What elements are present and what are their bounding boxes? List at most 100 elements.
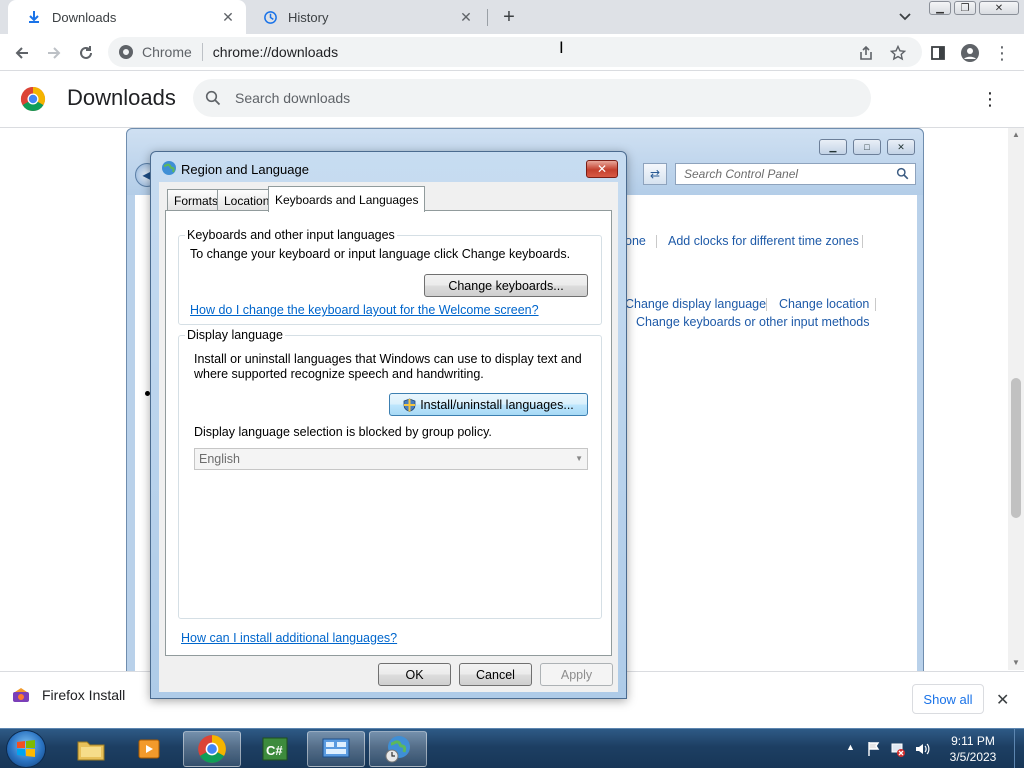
page-scrollbar[interactable]: ▲ ▼ (1008, 128, 1024, 670)
tab-title: Downloads (52, 9, 117, 25)
new-tab-button[interactable]: + (498, 6, 520, 28)
site-chip[interactable]: Chrome (108, 44, 202, 60)
show-desktop-button[interactable] (1014, 729, 1024, 768)
welcome-screen-keyboard-link[interactable]: How do I change the keyboard layout for … (190, 303, 539, 317)
bookmark-star-icon[interactable] (884, 39, 912, 67)
install-uninstall-languages-label: Install/uninstall languages... (420, 397, 574, 412)
csharp-icon: C# (262, 737, 288, 761)
show-all-button[interactable]: Show all (912, 684, 984, 714)
share-icon[interactable] (852, 39, 880, 67)
close-window-button[interactable]: ✕ (979, 1, 1019, 15)
system-clock[interactable]: 9:11 PM 3/5/2023 (928, 733, 1018, 765)
download-item[interactable]: Firefox Install (12, 686, 125, 704)
taskbar-control-panel[interactable] (307, 731, 365, 767)
ok-button[interactable]: OK (378, 663, 451, 686)
tab-search-button[interactable] (895, 8, 915, 26)
folder-icon (77, 741, 105, 761)
search-icon (205, 90, 221, 106)
forward-button[interactable] (40, 39, 68, 67)
link-separator (656, 235, 657, 248)
downloads-menu-icon[interactable]: ⋮ (980, 86, 1000, 112)
firefox-installer-icon (12, 686, 30, 704)
minimize-button[interactable]: ▁ (929, 1, 951, 15)
display-language-group-label: Display language (185, 328, 285, 342)
install-uninstall-languages-button[interactable]: Install/uninstall languages... (389, 393, 588, 416)
start-button[interactable] (6, 730, 46, 768)
tab-history[interactable]: History ✕ (244, 0, 484, 34)
uac-shield-icon (403, 398, 416, 412)
chrome-logo-icon (20, 86, 46, 115)
cp-link-time-zone[interactable]: one (625, 234, 646, 248)
cp-link-change-display-language[interactable]: Change display language (625, 297, 766, 311)
tab-title: History (288, 9, 329, 25)
restore-button[interactable]: ❐ (954, 1, 976, 15)
windows-logo-icon (17, 740, 35, 757)
network-disconnected-icon[interactable] (890, 741, 906, 760)
cp-maximize-button[interactable]: □ (853, 139, 881, 155)
chrome-icon (119, 45, 133, 59)
download-item-name: Firefox Install (42, 687, 126, 703)
tab-keyboards-and-languages[interactable]: Keyboards and Languages (268, 186, 426, 212)
cp-refresh-button[interactable]: ⇄ (643, 163, 667, 185)
link-separator (862, 235, 863, 248)
keyboards-description: To change your keyboard or input languag… (190, 247, 571, 261)
cp-search-input[interactable]: Search Control Panel (675, 163, 916, 185)
search-icon (896, 167, 909, 183)
show-hidden-icons-button[interactable]: ▲ (846, 742, 855, 752)
taskbar: C# ▲ 9:11 PM 3/5/2023 (0, 728, 1024, 768)
side-panel-icon[interactable] (924, 39, 952, 67)
downloads-header: Downloads Search downloads ⋮ (0, 72, 1024, 128)
search-placeholder: Search downloads (235, 90, 351, 106)
close-icon[interactable]: ✕ (996, 690, 1009, 710)
scrollbar-thumb[interactable] (1011, 378, 1021, 518)
display-language-description-line2: where supported recognize speech and han… (194, 367, 484, 381)
cp-link-add-clocks[interactable]: Add clocks for different time zones (668, 234, 859, 248)
cancel-button[interactable]: Cancel (459, 663, 532, 686)
svg-text:C#: C# (266, 743, 283, 758)
cp-minimize-button[interactable]: ▁ (819, 139, 847, 155)
download-icon (26, 9, 42, 25)
chevron-down-icon: ▼ (575, 454, 583, 463)
tab-downloads[interactable]: Downloads ✕ (8, 0, 246, 34)
region-language-dialog: Region and Language ✕ Formats Location K… (150, 151, 627, 699)
address-bar[interactable]: Chrome chrome://downloads (108, 37, 922, 67)
browser-menu-icon[interactable]: ⋮ (988, 39, 1016, 67)
cp-link-change-keyboards[interactable]: Change keyboards or other input methods (636, 315, 869, 329)
tab-panel: Keyboards and other input languages To c… (165, 210, 612, 656)
taskbar-media-player[interactable] (120, 731, 178, 767)
cp-link-change-location[interactable]: Change location (779, 297, 869, 311)
change-keyboards-button[interactable]: Change keyboards... (424, 274, 588, 297)
tab-divider (487, 9, 488, 26)
taskbar-csharp-ide[interactable]: C# (246, 731, 304, 767)
taskbar-explorer[interactable] (62, 731, 120, 767)
globe-clock-icon (385, 736, 410, 763)
display-language-select: English ▼ (194, 448, 588, 470)
dialog-body: Formats Location Keyboards and Languages… (159, 182, 618, 692)
control-panel-icon (322, 738, 350, 758)
reload-button[interactable] (72, 39, 100, 67)
close-icon[interactable]: ✕ (458, 9, 474, 25)
cp-close-button[interactable]: ✕ (887, 139, 915, 155)
dialog-close-button[interactable]: ✕ (586, 160, 618, 178)
search-downloads-input[interactable]: Search downloads (193, 79, 871, 117)
close-icon[interactable]: ✕ (220, 9, 236, 25)
scroll-up-arrow[interactable]: ▲ (1008, 128, 1024, 142)
back-button[interactable] (8, 39, 36, 67)
text-cursor-icon: I (559, 38, 564, 57)
globe-icon (161, 160, 177, 179)
history-icon (262, 9, 278, 25)
profile-avatar-icon[interactable] (956, 39, 984, 67)
clock-date: 3/5/2023 (949, 750, 997, 764)
taskbar-region-language[interactable] (369, 731, 427, 767)
apply-button[interactable]: Apply (540, 663, 613, 686)
install-additional-languages-link[interactable]: How can I install additional languages? (181, 631, 397, 645)
scroll-down-arrow[interactable]: ▼ (1008, 656, 1024, 670)
browser-toolbar: Chrome chrome://downloads ⋮ (0, 34, 1024, 71)
taskbar-chrome[interactable] (183, 731, 241, 767)
chrome-icon (198, 735, 226, 763)
action-center-flag-icon[interactable] (866, 741, 882, 760)
media-player-icon (138, 739, 160, 759)
display-language-value: English (199, 452, 240, 466)
display-language-description-line1: Install or uninstall languages that Wind… (194, 352, 582, 366)
group-policy-note: Display language selection is blocked by… (194, 425, 492, 439)
